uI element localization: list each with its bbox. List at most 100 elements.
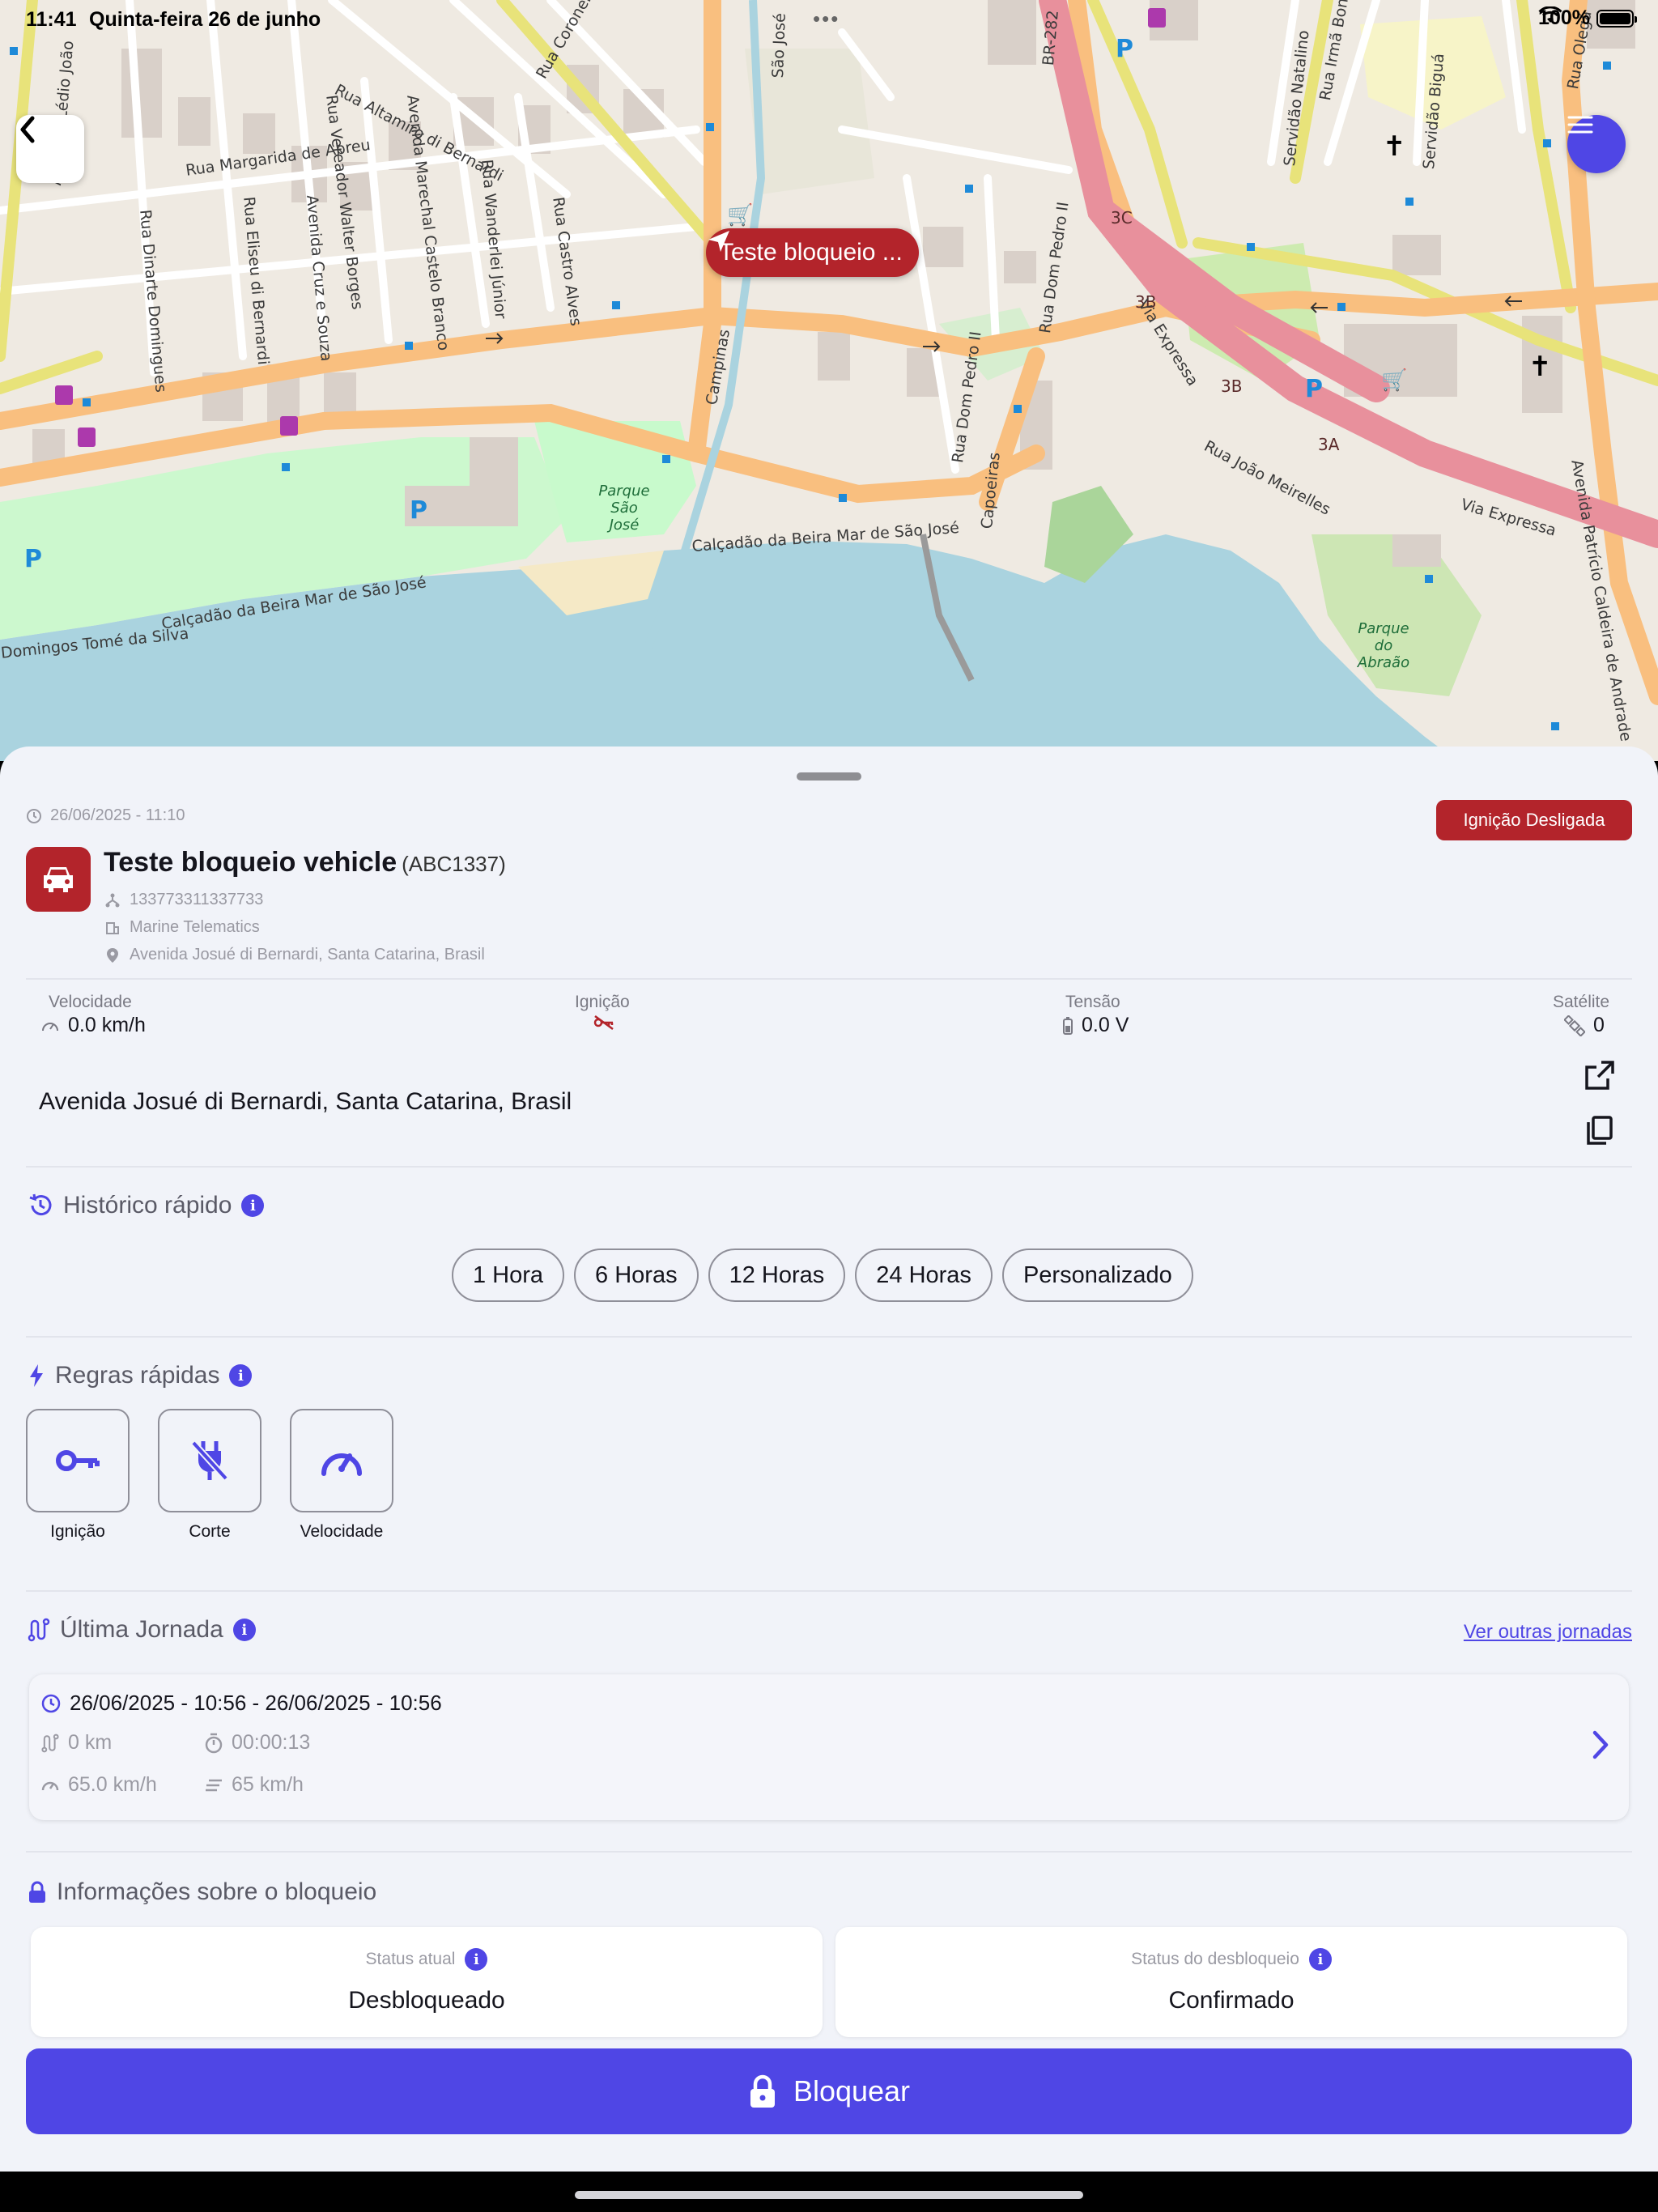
- info-icon[interactable]: i: [1308, 1948, 1332, 1971]
- unlock-status-card: Status do desbloqueio i Confirmado: [835, 1927, 1627, 2037]
- average-icon: [206, 1779, 222, 1791]
- ignition-value-row: [593, 1014, 615, 1032]
- svg-text:P: P: [24, 545, 42, 573]
- vehicle-location: Avenida Josué di Bernardi, Santa Catarin…: [130, 946, 485, 963]
- menu-button[interactable]: [1567, 115, 1626, 173]
- speed-label: Velocidade: [49, 993, 132, 1011]
- wifi-icon: [1538, 6, 1562, 23]
- map-park-label: Parque São José: [598, 483, 650, 534]
- ignition-status-badge: Ignição Desligada: [1436, 800, 1632, 840]
- block-info-header: Informações sobre o bloqueio: [28, 1878, 376, 1906]
- svg-text:P: P: [410, 496, 427, 525]
- vehicle-marker-label: Teste bloqueio ...: [719, 239, 903, 266]
- vehicle-name: Teste bloqueio vehicle: [104, 847, 397, 878]
- status-indicators: 100%: [1538, 6, 1637, 30]
- unlock-status-label: Status do desbloqueio: [1131, 1950, 1299, 1968]
- route-icon: [41, 1733, 59, 1752]
- battery-icon: [1063, 1016, 1073, 1035]
- svg-text:✝: ✝: [1383, 130, 1406, 163]
- chip-12-horas[interactable]: 12 Horas: [708, 1249, 846, 1302]
- rule-speed-button[interactable]: [290, 1409, 393, 1512]
- vehicle-marker[interactable]: Teste bloqueio ...: [706, 228, 919, 277]
- info-icon[interactable]: i: [232, 1619, 256, 1641]
- svg-text:P: P: [1305, 375, 1323, 403]
- multitasking-dots-icon[interactable]: •••: [813, 6, 840, 32]
- map-view[interactable]: P P P P ✝ ✝ 🛒 🛒 3C 3B 3B 3A Rua Altamiro…: [0, 0, 1658, 761]
- block-vehicle-button[interactable]: Bloquear: [26, 2048, 1632, 2134]
- chip-personalizado[interactable]: Personalizado: [1001, 1249, 1193, 1302]
- device-id: 133773311337733: [130, 891, 264, 908]
- voltage-label: Tensão: [1065, 993, 1120, 1011]
- block-info-title: Informações sobre o bloqueio: [57, 1878, 377, 1905]
- quick-history-header: Histórico rápido i: [28, 1192, 265, 1219]
- key-icon: [56, 1450, 100, 1471]
- lightning-icon: [30, 1364, 43, 1387]
- key-off-icon: [593, 1015, 614, 1031]
- device-tree-icon: [105, 893, 120, 907]
- rule-cut-label: Corte: [189, 1522, 231, 1541]
- rule-ignition-label: Ignição: [50, 1522, 105, 1541]
- info-icon[interactable]: i: [229, 1364, 253, 1387]
- vehicle-plate: (ABC1337): [402, 852, 506, 876]
- timer-icon: [205, 1733, 223, 1753]
- block-vehicle-label: Bloquear: [793, 2074, 911, 2108]
- address-text: Avenida Josué di Bernardi, Santa Catarin…: [39, 1088, 572, 1115]
- chevron-right-icon: [1592, 1730, 1609, 1759]
- rule-speed-label: Velocidade: [300, 1522, 384, 1541]
- info-icon[interactable]: i: [241, 1194, 265, 1217]
- home-indicator[interactable]: [575, 2191, 1083, 2199]
- speed-value: 0.0 km/h: [68, 1014, 146, 1036]
- home-indicator-bar: [0, 2172, 1658, 2212]
- unlock-status-label-row: Status do desbloqueio i: [835, 1948, 1627, 1971]
- divider: [26, 1590, 1632, 1592]
- copy-address-button[interactable]: [1580, 1111, 1619, 1150]
- satellite-value: 0: [1593, 1014, 1605, 1036]
- journey-duration-row: 00:00:13: [204, 1731, 310, 1755]
- ignition-label: Ignição: [575, 993, 630, 1011]
- copy-icon: [1587, 1116, 1613, 1145]
- last-update-time: 26/06/2025 - 11:10: [50, 806, 185, 824]
- clock-icon: [27, 808, 41, 823]
- status-bar: 11:41 Quinta-feira 26 de junho ••• 100%: [0, 0, 1658, 39]
- building-icon: [106, 921, 119, 934]
- info-icon[interactable]: i: [465, 1948, 488, 1971]
- see-other-journeys-link[interactable]: Ver outras jornadas: [1464, 1621, 1632, 1644]
- svg-text:3B: 3B: [1221, 376, 1242, 396]
- journey-period: 26/06/2025 - 10:56 - 26/06/2025 - 10:56: [70, 1691, 442, 1715]
- satellite-icon: [1564, 1015, 1585, 1036]
- speedometer-icon: [41, 1781, 59, 1790]
- vehicle-avatar: [26, 847, 91, 912]
- open-external-button[interactable]: [1580, 1056, 1619, 1095]
- vehicle-detail-sheet[interactable]: 26/06/2025 - 11:10 Ignição Desligada Tes…: [0, 747, 1658, 2172]
- chip-24-horas[interactable]: 24 Horas: [855, 1249, 993, 1302]
- divider: [26, 1851, 1632, 1853]
- satellite-label: Satélite: [1553, 993, 1610, 1011]
- lock-icon: [750, 2074, 775, 2108]
- rule-cut-button[interactable]: [158, 1409, 261, 1512]
- quick-history-title: Histórico rápido: [63, 1192, 232, 1219]
- device-id-row: 133773311337733: [105, 891, 263, 909]
- car-icon: [44, 867, 73, 892]
- external-link-icon: [1585, 1061, 1614, 1090]
- svg-text:🛒: 🛒: [1381, 368, 1407, 393]
- divider: [26, 1166, 1632, 1168]
- journey-card[interactable]: 26/06/2025 - 10:56 - 26/06/2025 - 10:56 …: [29, 1674, 1629, 1820]
- satellite-value-row: 0: [1564, 1014, 1605, 1037]
- location-row: Avenida Josué di Bernardi, Santa Catarin…: [105, 946, 485, 964]
- quick-rules-title: Regras rápidas: [55, 1362, 220, 1389]
- rule-ignition-button[interactable]: [26, 1409, 130, 1512]
- voltage-value: 0.0 V: [1082, 1014, 1129, 1036]
- company-row: Marine Telematics: [105, 918, 260, 937]
- current-status-value: Desbloqueado: [348, 1987, 505, 2014]
- journey-max-speed-row: 65.0 km/h: [40, 1773, 157, 1797]
- chip-1-hora[interactable]: 1 Hora: [452, 1249, 565, 1302]
- chip-6-horas[interactable]: 6 Horas: [574, 1249, 699, 1302]
- sheet-grabber[interactable]: [797, 772, 861, 781]
- speedometer-icon: [321, 1453, 362, 1476]
- journey-max-speed: 65.0 km/h: [68, 1773, 157, 1796]
- back-button[interactable]: [16, 115, 84, 183]
- svg-text:3C: 3C: [1111, 208, 1133, 228]
- current-status-label-row: Status atual i: [31, 1948, 823, 1971]
- last-journey-header: Última Jornada i: [28, 1616, 256, 1644]
- clock-icon: [41, 1694, 61, 1712]
